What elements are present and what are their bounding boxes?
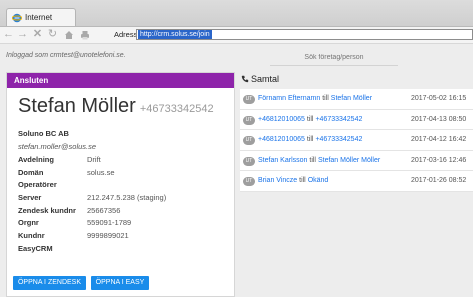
- forward-icon[interactable]: →: [16, 28, 29, 41]
- internet-explorer-icon: [12, 13, 22, 23]
- detail-label: Domän: [18, 167, 44, 177]
- call-date: 2017-05-02 16:15: [411, 95, 467, 102]
- stop-icon[interactable]: ✕: [31, 28, 44, 41]
- detail-value: Drift: [87, 155, 101, 164]
- detail-label: Operatörer: [18, 180, 57, 190]
- detail-value: 9999899021: [87, 231, 129, 241]
- call-text: Förnamn Efternamn till Stefan Möller: [258, 95, 372, 102]
- detail-label: EasyCRM: [18, 243, 53, 253]
- calls-title: Samtal: [251, 74, 280, 84]
- back-icon[interactable]: ←: [2, 28, 15, 41]
- call-from-link[interactable]: +46812010065: [258, 116, 305, 123]
- call-text: +46812010065 till +46733342542: [258, 136, 362, 143]
- call-row[interactable]: UT Brian Vincze till Okänd 2017-01-26 08…: [240, 171, 473, 192]
- detail-label: Orgnr: [18, 218, 39, 228]
- call-direction-badge: UT: [243, 156, 255, 166]
- contact-card-header: Ansluten: [7, 73, 234, 88]
- call-from-link[interactable]: Stefan Karlsson: [258, 157, 307, 164]
- call-text: Stefan Karlsson till Stefan Möller Mölle…: [258, 157, 380, 164]
- call-row[interactable]: UT +46812010065 till +46733342542 2017-0…: [240, 109, 473, 131]
- detail-value: 25667356: [87, 205, 121, 215]
- call-connector: till: [309, 156, 316, 164]
- call-to-link[interactable]: Stefan Möller Möller: [318, 157, 380, 164]
- phone-icon: [241, 75, 249, 83]
- detail-label: Zendesk kundnr: [18, 205, 76, 215]
- contact-company: Soluno BC AB: [18, 129, 69, 138]
- detail-value: 212.247.5.238 (staging): [87, 193, 167, 203]
- calls-list: UT Förnamn Efternamn till Stefan Möller …: [240, 89, 473, 192]
- address-bar[interactable]: http://crm.solus.se/join: [136, 29, 473, 40]
- call-direction-badge: UT: [243, 115, 255, 125]
- address-url[interactable]: http://crm.solus.se/join: [138, 30, 212, 39]
- call-date: 2017-01-26 08:52: [411, 177, 467, 185]
- call-date: 2017-03-16 12:46: [411, 156, 467, 164]
- call-to-link[interactable]: Okänd: [308, 177, 329, 184]
- print-icon[interactable]: [80, 30, 90, 40]
- call-connector: till: [306, 115, 314, 123]
- tab-label: Internet: [25, 13, 53, 22]
- browser-toolbar: ← → ✕ ↻ Adress http://crm.solus.se/join: [0, 27, 473, 44]
- call-from-link[interactable]: Förnamn Efternamn: [258, 95, 320, 102]
- home-icon[interactable]: [64, 30, 74, 40]
- call-text: +46812010065 till +46733342542: [258, 116, 362, 123]
- detail-label: Kundnr: [18, 231, 45, 241]
- contact-name: Stefan Möller: [18, 95, 136, 117]
- browser-tab-bar: Internet: [0, 0, 473, 27]
- contact-phone: +46733342542: [139, 103, 214, 115]
- call-connector: till: [322, 95, 329, 102]
- call-direction-badge: UT: [243, 136, 255, 146]
- call-connector: till: [306, 136, 314, 144]
- call-date: 2017-04-12 16:42: [411, 136, 467, 144]
- call-date: 2017-04-13 08:50: [411, 115, 467, 123]
- browser-tab[interactable]: Internet: [6, 8, 76, 26]
- call-text: Brian Vincze till Okänd: [258, 177, 328, 184]
- call-direction-badge: UT: [243, 95, 255, 104]
- call-row[interactable]: UT Stefan Karlsson till Stefan Möller Mö…: [240, 150, 473, 172]
- search-input[interactable]: [270, 50, 398, 66]
- page-content: Inloggad som crmtest@unotelefoni.se. Ans…: [0, 44, 473, 297]
- call-to-link[interactable]: +46733342542: [315, 116, 362, 123]
- call-direction-badge: UT: [243, 177, 255, 187]
- detail-value: solus.se: [87, 167, 115, 177]
- call-from-link[interactable]: Brian Vincze: [258, 177, 297, 184]
- contact-email: stefan.moller@solus.se: [18, 142, 97, 151]
- call-row[interactable]: UT +46812010065 till +46733342542 2017-0…: [240, 130, 473, 151]
- call-to-link[interactable]: +46733342542: [315, 136, 362, 143]
- open-in-zendesk-button[interactable]: ÖPPNA I ZENDESK: [13, 276, 86, 290]
- call-row[interactable]: UT Förnamn Efternamn till Stefan Möller …: [240, 89, 473, 110]
- contact-card: Ansluten Stefan Möller +46733342542 Solun…: [6, 72, 235, 297]
- address-label: Adress: [114, 30, 138, 39]
- detail-value: 559091-1789: [87, 218, 132, 228]
- call-connector: till: [299, 177, 306, 185]
- logged-in-text: Inloggad som crmtest@unotelefoni.se.: [6, 52, 126, 59]
- detail-label: Server: [18, 193, 42, 203]
- call-from-link[interactable]: +46812010065: [258, 136, 305, 143]
- call-to-link[interactable]: Stefan Möller: [331, 95, 372, 102]
- contact-name-row: Stefan Möller +46733342542: [18, 95, 214, 118]
- reload-icon[interactable]: ↻: [46, 28, 59, 41]
- detail-label: Avdelning: [18, 155, 54, 164]
- open-in-easy-button[interactable]: ÖPPNA I EASY: [91, 276, 149, 290]
